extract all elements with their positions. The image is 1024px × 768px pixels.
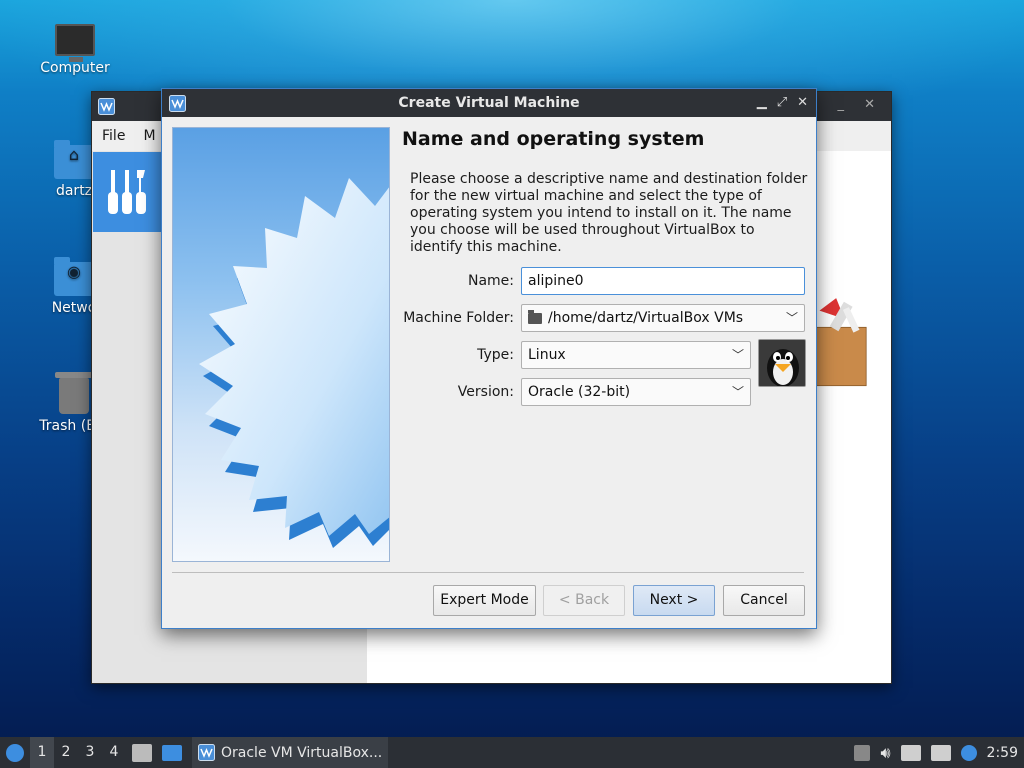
back-button[interactable]: < Back [543,585,625,616]
notification-icon[interactable] [960,744,977,761]
home-folder-icon: ⌂ [54,140,94,179]
taskbar-app-virtualbox[interactable]: Oracle VM VirtualBox... [192,737,389,768]
desktop-icon-label: dartz [55,183,93,199]
dialog-titlebar[interactable]: Create Virtual Machine ▁ ⤢ ✕ [162,89,816,117]
create-vm-dialog: Create Virtual Machine ▁ ⤢ ✕ Name and op… [161,88,817,629]
clock[interactable]: 2:59 [987,745,1018,761]
start-menu-button[interactable] [0,737,30,768]
chevron-down-icon: ﹀ [785,311,798,325]
desktop-icon-label: Computer [40,60,110,76]
maximize-icon[interactable]: ⤢ [777,89,787,117]
type-select[interactable]: Linux ﹀ [521,341,751,369]
computer-icon [55,24,95,62]
tux-penguin-icon [759,340,805,386]
button-separator [172,572,804,573]
page-description: Please choose a descriptive name and des… [410,171,808,255]
taskbar-app-label: Oracle VM VirtualBox... [221,744,383,761]
system-tray: 🔊︎ 2:59 [854,737,1024,768]
dialog-window-controls: ▁ ⤢ ✕ [757,89,808,117]
workspace-2[interactable]: 2 [54,737,78,768]
toolbox-illustration-icon [815,298,867,387]
os-type-icon [758,339,806,387]
show-desktop-icon[interactable] [162,744,182,761]
version-label: Version: [457,384,514,400]
desktop-icon-label: Netwo [51,300,97,316]
manager-window-controls[interactable]: _ ✕ [837,97,883,112]
workspace-1[interactable]: 1 [30,737,54,768]
chevron-down-icon: ﹀ [731,348,744,362]
network-folder-icon: ◉ [54,257,94,296]
volume-icon[interactable]: 🔊︎ [880,743,890,763]
folder-icon [528,309,542,324]
name-input[interactable]: alipine0 [521,267,805,295]
tools-icon [108,170,146,214]
close-icon[interactable]: ✕ [797,89,808,117]
virtualbox-icon [98,98,115,115]
menu-file[interactable]: File [102,128,125,144]
cancel-button[interactable]: Cancel [723,585,805,616]
tools-item[interactable] [93,152,161,232]
starburst-illustration-icon [199,178,389,548]
distro-logo-icon [6,743,24,762]
minimize-icon[interactable]: ▁ [757,89,767,117]
taskbar: 1 2 3 4 Oracle VM VirtualBox... 🔊︎ 2:59 [0,737,1024,768]
page-heading: Name and operating system [402,128,705,150]
virtualbox-icon [169,95,186,112]
dialog-title: Create Virtual Machine [398,95,580,111]
trash-icon [55,372,93,414]
virtualbox-icon [198,744,215,761]
machine-folder-value: /home/dartz/VirtualBox VMs [548,310,744,326]
eject-icon[interactable] [854,744,871,761]
desktop-icon-computer[interactable]: Computer [25,24,125,76]
wizard-banner [172,127,390,562]
version-value: Oracle (32-bit) [528,384,631,400]
name-label: Name: [467,273,514,289]
type-label: Type: [477,347,514,363]
machine-folder-select[interactable]: /home/dartz/VirtualBox VMs ﹀ [521,304,805,332]
machine-folder-label: Machine Folder: [403,310,514,326]
clipboard-icon[interactable] [900,744,921,761]
file-manager-launcher-icon[interactable] [132,743,152,762]
next-button[interactable]: Next > [633,585,715,616]
type-value: Linux [528,347,566,363]
chevron-down-icon: ﹀ [731,385,744,399]
expert-mode-button[interactable]: Expert Mode [433,585,536,616]
network-icon[interactable] [930,744,951,761]
menu-machine[interactable]: M [143,128,155,144]
workspace-3[interactable]: 3 [78,737,102,768]
workspace-4[interactable]: 4 [102,737,126,768]
version-select[interactable]: Oracle (32-bit) ﹀ [521,378,751,406]
